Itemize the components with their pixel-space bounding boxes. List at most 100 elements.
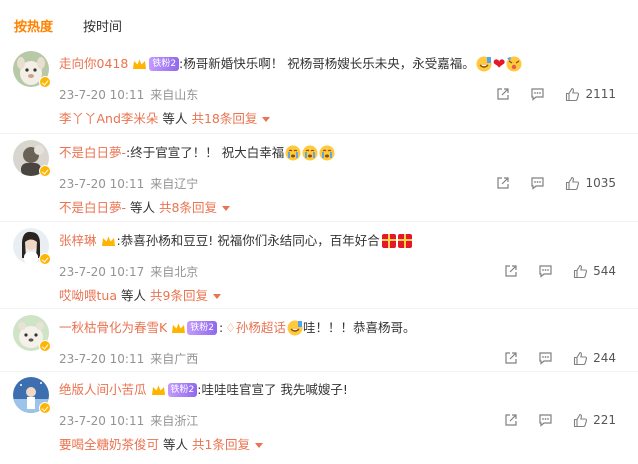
comment-location: 来自广西	[150, 352, 199, 366]
share-icon[interactable]	[496, 176, 510, 190]
comment-location: 来自浙江	[150, 414, 199, 428]
cheer-emoji-icon	[287, 320, 303, 336]
comment-text: :恭喜孙杨和豆豆! 祝福你们永结同心，百年好合	[116, 233, 380, 248]
verified-badge-icon	[39, 253, 51, 265]
like-icon[interactable]	[573, 264, 588, 279]
crying-emoji-icon	[319, 145, 335, 161]
shy-emoji-icon	[506, 56, 522, 72]
comment-text: 哇！！！恭喜杨哥。	[302, 320, 416, 335]
divider	[0, 371, 638, 372]
comment-icon[interactable]	[538, 351, 553, 365]
comment-body: 一秋枯骨化为春雪K 铁粉2 : ♢ 孙杨超话 哇！！！恭喜杨哥。	[59, 318, 415, 338]
comment-body: 张梓琳 :恭喜孙杨和豆豆! 祝福你们永结同心，百年好合	[59, 231, 412, 251]
like-count: 544	[593, 264, 616, 278]
comment-icon[interactable]	[530, 87, 545, 101]
comment-meta: 23-7-20 10:11 来自辽宁	[59, 176, 198, 192]
tab-sort-by-hot[interactable]: 按热度	[14, 18, 53, 38]
verified-badge-icon	[39, 402, 51, 414]
comment-body: 绝版人间小苦瓜 铁粉2 :哇哇哇官宣了 我先喊嫂子!	[59, 380, 348, 400]
comment-username[interactable]: 走向你0418	[59, 54, 128, 74]
reply-username[interactable]: 哎呦喂tua	[59, 288, 117, 303]
super-topic-icon: ♢	[225, 321, 236, 335]
share-icon[interactable]	[504, 264, 518, 278]
comment-actions: 2111	[476, 84, 616, 104]
reply-count-link[interactable]: 共9条回复	[150, 288, 208, 303]
crown-icon	[172, 323, 186, 333]
chevron-down-icon[interactable]	[221, 206, 230, 211]
sort-tabs: 按热度 按时间	[14, 18, 152, 38]
reply-username[interactable]: 不是白日夢-	[59, 200, 126, 215]
share-icon[interactable]	[504, 413, 518, 427]
chevron-down-icon[interactable]	[262, 117, 271, 122]
divider	[0, 221, 638, 222]
like-count: 2111	[585, 87, 616, 101]
comment-time: 23-7-20 10:11	[59, 414, 145, 428]
reply-count-link[interactable]: 共1条回复	[192, 437, 250, 452]
reply-etc: 等人	[130, 200, 156, 215]
reply-etc: 等人	[163, 437, 189, 452]
crown-icon	[133, 59, 147, 69]
verified-badge-icon	[39, 340, 51, 352]
comment-location: 来自山东	[150, 88, 199, 102]
crown-icon	[151, 385, 165, 395]
reply-summary[interactable]: 不是白日夢- 等人 共8条回复	[59, 198, 230, 218]
reply-count-link[interactable]: 共8条回复	[159, 200, 217, 215]
heart-emoji-icon: ❤	[492, 55, 506, 73]
crown-icon	[101, 236, 115, 246]
reply-count-link[interactable]: 共18条回复	[191, 111, 257, 126]
comment-body: 走向你0418 铁粉2 :杨哥新婚快乐啊！ 祝杨哥杨嫂长乐未央，永受嘉福。 ❤	[59, 54, 522, 74]
comment-username[interactable]: 一秋枯骨化为春雪K	[59, 318, 167, 338]
reply-etc: 等人	[120, 288, 146, 303]
verified-badge-icon	[39, 165, 51, 177]
topic-link[interactable]: 孙杨超话	[236, 318, 286, 338]
comment-actions: 244	[484, 348, 616, 368]
comment-item: 不是白日夢- :终于官宣了！！ 祝大白幸福 23-7-20 10:11 来自辽宁 …	[0, 140, 638, 230]
comment-time: 23-7-20 10:11	[59, 177, 145, 191]
comment-username[interactable]: 不是白日夢-	[59, 143, 126, 163]
like-icon[interactable]	[565, 87, 580, 102]
reply-summary[interactable]: 哎呦喂tua 等人 共9条回复	[59, 286, 221, 306]
share-icon[interactable]	[504, 351, 518, 365]
comment-icon[interactable]	[538, 264, 553, 278]
comment-meta: 23-7-20 10:17 来自北京	[59, 264, 198, 280]
reply-username[interactable]: 要喝全糖奶茶俊可	[59, 437, 159, 452]
comment-text-prefix: :	[218, 320, 224, 335]
comment-item: 绝版人间小苦瓜 铁粉2 :哇哇哇官宣了 我先喊嫂子! 23-7-20 10:11…	[0, 377, 638, 464]
comment-location: 来自北京	[150, 265, 199, 279]
like-icon[interactable]	[573, 351, 588, 366]
reply-username[interactable]: 李丫丫And李米朵	[59, 111, 158, 126]
like-icon[interactable]	[573, 413, 588, 428]
divider	[0, 133, 638, 134]
comment-username[interactable]: 绝版人间小苦瓜	[59, 380, 147, 400]
comment-item: 张梓琳 :恭喜孙杨和豆豆! 祝福你们永结同心，百年好合 23-7-20 10:1…	[0, 228, 638, 318]
like-count: 244	[593, 351, 616, 365]
share-icon[interactable]	[496, 87, 510, 101]
comment-meta: 23-7-20 10:11 来自山东	[59, 87, 198, 103]
reply-etc: 等人	[162, 111, 188, 126]
comment-time: 23-7-20 10:11	[59, 352, 145, 366]
comment-username[interactable]: 张梓琳	[59, 231, 97, 251]
comment-item: 走向你0418 铁粉2 :杨哥新婚快乐啊！ 祝杨哥杨嫂长乐未央，永受嘉福。 ❤ …	[0, 51, 638, 141]
comment-actions: 1035	[476, 173, 616, 193]
crying-emoji-icon	[302, 145, 318, 161]
fan-badge: 铁粉2	[187, 321, 217, 335]
fan-badge: 铁粉2	[167, 383, 198, 397]
comment-body: 不是白日夢- :终于官宣了！！ 祝大白幸福	[59, 143, 335, 163]
gift-emoji-icon	[397, 234, 412, 248]
chevron-down-icon[interactable]	[212, 294, 221, 299]
reply-summary[interactable]: 李丫丫And李米朵 等人 共18条回复	[59, 109, 271, 129]
gift-emoji-icon	[381, 234, 396, 248]
comment-icon[interactable]	[538, 413, 553, 427]
comment-location: 来自辽宁	[150, 177, 199, 191]
reply-summary[interactable]: 要喝全糖奶茶俊可 等人 共1条回复	[59, 435, 263, 455]
comment-actions: 544	[484, 261, 616, 281]
comment-meta: 23-7-20 10:11 来自广西	[59, 351, 198, 367]
comment-text: :哇哇哇官宣了 我先喊嫂子!	[197, 382, 348, 397]
like-icon[interactable]	[565, 176, 580, 191]
cheer-emoji-icon	[476, 56, 492, 72]
tab-sort-by-time[interactable]: 按时间	[83, 18, 122, 38]
chevron-down-icon[interactable]	[254, 443, 263, 448]
like-count: 221	[593, 413, 616, 427]
comment-text: :终于官宣了！！ 祝大白幸福	[126, 145, 285, 160]
comment-icon[interactable]	[530, 176, 545, 190]
